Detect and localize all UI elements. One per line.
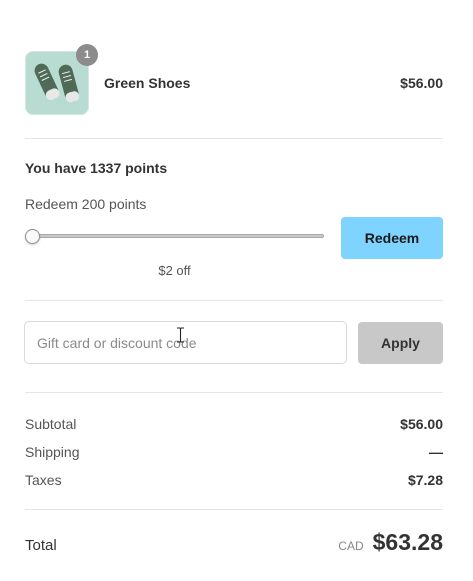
shipping-row: Shipping — — [25, 444, 443, 460]
total-label: Total — [25, 537, 57, 554]
taxes-value: $7.28 — [407, 472, 443, 488]
points-discount-value: $2 off — [158, 263, 191, 278]
text-cursor-icon — [177, 327, 184, 343]
total-row: Total CAD $63.28 — [25, 529, 443, 556]
product-thumbnail: 1 — [25, 44, 98, 115]
product-name: Green Shoes — [104, 75, 191, 91]
divider — [25, 509, 443, 510]
quantity-badge: 1 — [76, 44, 98, 66]
product-price: $56.00 — [400, 75, 443, 91]
redeem-points-label: Redeem 200 points — [25, 196, 147, 212]
total-value: $63.28 — [372, 529, 443, 555]
points-slider-track[interactable] — [31, 234, 324, 238]
points-slider-handle[interactable] — [25, 229, 40, 244]
shipping-value: — — [429, 444, 443, 460]
taxes-label: Taxes — [25, 472, 62, 488]
points-balance: You have 1337 points — [25, 160, 168, 176]
line-item: 1 Green Shoes $56.00 — [25, 44, 443, 116]
subtotal-row: Subtotal $56.00 — [25, 416, 443, 432]
total-currency: CAD — [338, 539, 364, 553]
taxes-row: Taxes $7.28 — [25, 472, 443, 488]
shipping-label: Shipping — [25, 444, 80, 460]
divider — [25, 300, 443, 301]
redeem-button[interactable]: Redeem — [341, 217, 443, 259]
subtotal-value: $56.00 — [400, 416, 443, 432]
divider — [25, 138, 443, 139]
subtotal-label: Subtotal — [25, 416, 77, 432]
divider — [25, 392, 443, 393]
discount-code-input[interactable] — [24, 321, 347, 364]
apply-discount-button[interactable]: Apply — [358, 322, 443, 364]
